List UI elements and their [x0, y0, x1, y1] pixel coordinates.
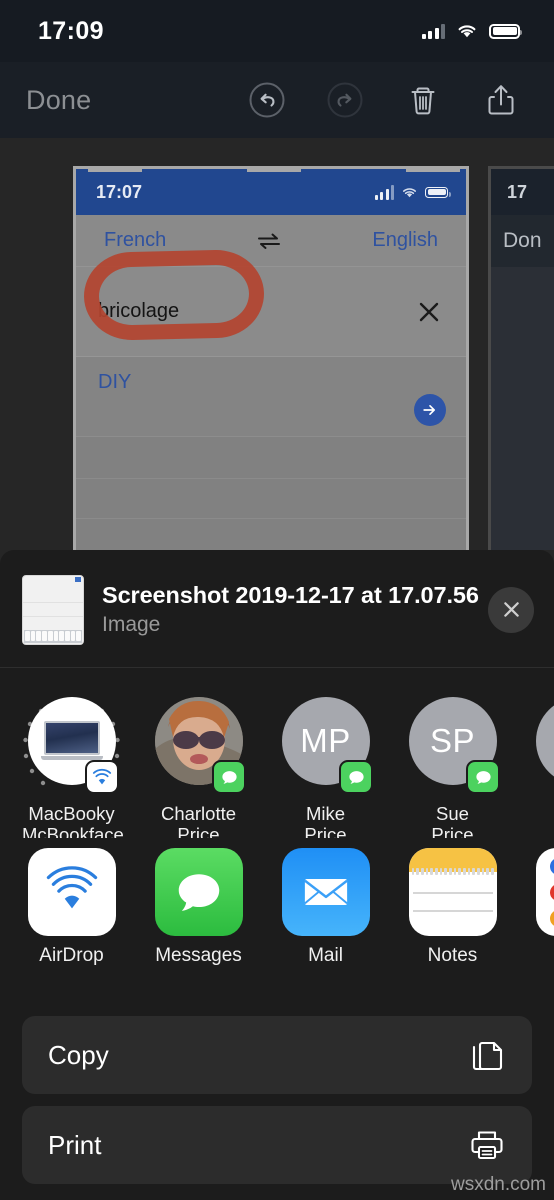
airdrop-icon — [27, 848, 116, 936]
action-copy[interactable]: Copy — [22, 1016, 532, 1094]
screenshot-canvas[interactable]: 17:07 French English bricolage DIY — [73, 166, 469, 550]
next-screenshot-body — [491, 267, 554, 550]
macbook-icon — [40, 721, 103, 761]
app-airdrop[interactable]: AirDrop — [22, 848, 121, 994]
translate-empty-row — [76, 479, 466, 519]
contact-name: Charlotte Price — [160, 803, 237, 838]
app-label: AirDrop — [39, 945, 104, 966]
language-selector-row: French English — [76, 215, 466, 267]
thumbnail-corner-accent — [75, 576, 81, 582]
translate-status-indicators — [374, 184, 451, 200]
translate-status-bar: 17:07 — [76, 169, 466, 215]
app-label: Re — [530, 945, 554, 967]
avatar: P — [535, 697, 554, 785]
contact-name: Wo — [530, 803, 554, 824]
messages-icon — [154, 848, 243, 936]
share-item-title: Screenshot 2019-12-17 at 17.07.56 — [102, 582, 479, 608]
contact-sue-price[interactable]: SP Sue Price — [403, 692, 502, 838]
contact-charlotte-price[interactable]: Charlotte Price — [149, 692, 248, 838]
translate-input-text: bricolage — [98, 300, 180, 322]
messages-badge-icon — [339, 760, 373, 794]
avatar-initials: MP — [300, 722, 351, 759]
share-icon[interactable] — [481, 80, 521, 120]
action-print[interactable]: Print — [22, 1106, 532, 1184]
translate-empty-row — [76, 519, 466, 550]
share-sheet-titles: Screenshot 2019-12-17 at 17.07.56 Image — [102, 582, 488, 637]
share-sheet-header: Screenshot 2019-12-17 at 17.07.56 Image — [0, 550, 554, 668]
cellular-bars-icon — [421, 23, 445, 39]
share-item-subtitle: Image — [102, 613, 161, 636]
arrow-right-circle-icon[interactable] — [414, 394, 446, 426]
cellular-bars-icon — [374, 184, 394, 200]
close-icon — [503, 602, 519, 617]
screenshot-thumbnail — [22, 574, 84, 645]
clear-x-icon[interactable] — [418, 301, 440, 323]
reminders-icon — [535, 848, 554, 936]
contact-partial[interactable]: P Wo — [530, 692, 554, 824]
action-label: Copy — [48, 1039, 109, 1070]
done-button[interactable]: Done — [26, 85, 91, 116]
markup-tool-group — [247, 80, 521, 120]
screenshot-preview-area: 17:07 French English bricolage DIY 17 Do… — [0, 138, 554, 550]
app-reminders[interactable]: Re — [530, 848, 554, 994]
contact-mike-price[interactable]: MP Sue Price Mike Price — [276, 692, 375, 838]
action-label: Print — [48, 1129, 102, 1160]
airdrop-badge-icon — [85, 760, 119, 794]
crop-handle-top-right[interactable] — [406, 169, 460, 172]
notes-icon — [408, 848, 497, 936]
crop-handle-top-center[interactable] — [247, 169, 301, 172]
redo-icon[interactable] — [325, 80, 365, 120]
avatar-initials: SP — [429, 722, 476, 759]
crop-handle-top-left[interactable] — [88, 169, 142, 172]
status-bar-time: 17:09 — [38, 16, 104, 45]
next-screenshot-toolbar: Don — [491, 215, 554, 267]
messages-badge-icon — [212, 760, 246, 794]
next-screenshot-status-bar: 17 — [491, 169, 554, 215]
translate-result-text: DIY — [98, 371, 132, 393]
mail-icon — [281, 848, 370, 936]
next-screenshot-done-label: Don — [503, 229, 542, 252]
translate-result-row: DIY — [76, 357, 466, 437]
status-bar: 17:09 — [0, 0, 554, 62]
contact-name: Mike Price — [304, 803, 347, 838]
next-screenshot-thumbnail[interactable]: 17 Don — [488, 166, 554, 550]
app-notes[interactable]: Notes — [403, 848, 502, 994]
contact-name: MacBooky McBookface — [22, 803, 124, 838]
swap-languages-icon[interactable] — [256, 232, 282, 250]
wifi-icon — [458, 25, 476, 38]
share-contacts-row[interactable]: MacBooky McBookface Charlotte Price MP M… — [0, 668, 554, 838]
copy-icon — [472, 1041, 503, 1071]
translate-empty-row — [76, 437, 466, 479]
close-button[interactable] — [488, 586, 534, 633]
app-messages[interactable]: Messages — [149, 848, 248, 994]
target-language-button[interactable]: English — [372, 229, 438, 252]
share-sheet: Screenshot 2019-12-17 at 17.07.56 Image — [0, 550, 554, 1200]
status-bar-indicators — [421, 23, 522, 39]
app-label: Messages — [155, 945, 242, 966]
trash-icon[interactable] — [403, 80, 443, 120]
printer-icon — [471, 1131, 503, 1160]
contact-name: Sue Price — [431, 803, 474, 838]
undo-icon[interactable] — [247, 80, 287, 120]
battery-full-icon — [425, 186, 451, 198]
watermark: wsxdn.com — [450, 1174, 546, 1195]
translate-input-row[interactable]: bricolage — [76, 248, 466, 357]
wifi-icon — [402, 187, 417, 197]
markup-toolbar: Done — [0, 62, 554, 138]
thumbnail-keyboard — [24, 629, 82, 643]
app-label: Mail — [308, 945, 343, 966]
translate-status-time: 17:07 — [96, 181, 143, 202]
next-screenshot-time: 17 — [507, 181, 528, 202]
battery-full-icon — [489, 23, 522, 39]
messages-badge-icon — [466, 760, 500, 794]
share-actions-list: Copy Print — [0, 1006, 554, 1184]
app-mail[interactable]: Mail — [276, 848, 375, 994]
iphone-screen: 17:09 Done 17:07 French English bricolag… — [0, 0, 554, 1200]
source-language-button[interactable]: French — [104, 229, 166, 252]
app-label: Notes — [427, 945, 478, 966]
share-apps-row[interactable]: AirDrop Messages Mail Notes — [0, 838, 554, 1006]
contact-macbooky[interactable]: MacBooky McBookface — [22, 692, 124, 838]
